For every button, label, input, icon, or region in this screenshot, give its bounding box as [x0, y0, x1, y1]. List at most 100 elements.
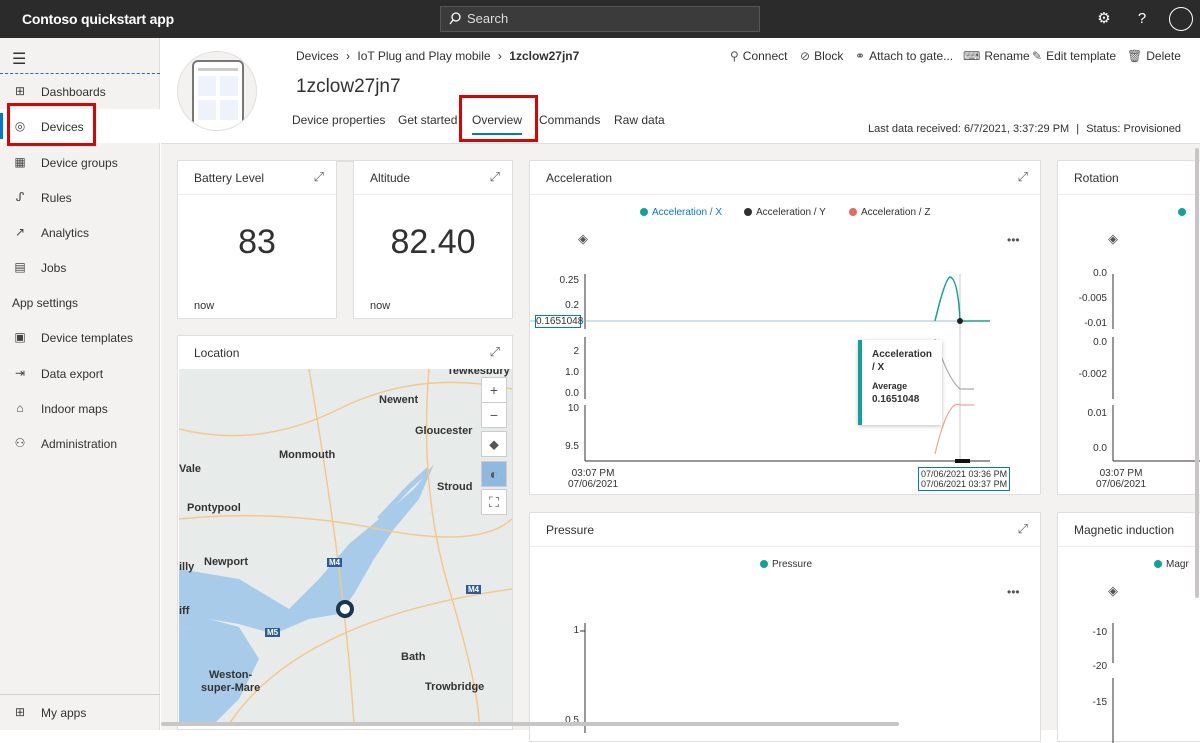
zoom-out-button[interactable]: − — [481, 402, 507, 428]
magnetic-induction-tile[interactable]: Magnetic induction Magr ◈ -10 -20 -15 — [1057, 512, 1200, 743]
legend-item[interactable]: Acceleration / Y — [744, 207, 826, 218]
map-style-button[interactable]: ◐ — [481, 461, 507, 487]
sidebar-item-label: Rules — [41, 191, 72, 205]
y-tick: 2 — [573, 346, 579, 357]
location-tile[interactable]: Location ⤢ Tewkesbury Newent Gloucester … — [177, 335, 513, 730]
main-content: Devices › IoT Plug and Play mobile › 1zc… — [161, 38, 1200, 743]
help-icon[interactable]: ? — [1132, 9, 1152, 29]
battery-value: 83 — [238, 223, 276, 261]
sidebar-item-device-templates[interactable]: ▣ Device templates — [0, 320, 160, 354]
map-label: super-Mare — [201, 682, 261, 694]
hamburger-menu-icon[interactable]: ☰ — [12, 49, 26, 69]
gear-icon[interactable]: ⚙ — [1094, 9, 1114, 29]
section-title-app-settings: App settings — [12, 296, 79, 310]
sidebar-item-device-groups[interactable]: ▦ Device groups — [0, 145, 160, 179]
search-input[interactable]: Search — [440, 6, 760, 32]
more-options-icon[interactable]: ••• — [1007, 233, 1020, 247]
rotation-tile[interactable]: Rotation ◈ 0.0 -0.005 -0.01 0.0 -0.002 0… — [1057, 160, 1200, 495]
trash-icon: 🗑 — [1127, 49, 1143, 63]
compass-icon[interactable]: ⬥ — [481, 431, 507, 457]
more-options-icon[interactable]: ••• — [1007, 585, 1020, 599]
chevron-right-icon: › — [497, 49, 502, 63]
acceleration-tile[interactable]: Acceleration ⤢ Acceleration / X Accelera… — [529, 160, 1041, 495]
tab-device-properties[interactable]: Device properties — [292, 113, 385, 127]
map-label: Gloucester — [415, 425, 473, 437]
layers-icon[interactable]: ◈ — [578, 231, 588, 247]
map-label: Weston- — [209, 669, 253, 681]
sidebar-item-rules[interactable]: ᔑ Rules — [0, 180, 160, 214]
indoor-maps-icon: ⌂ — [16, 401, 24, 415]
sidebar-item-administration[interactable]: ⚇ Administration — [0, 426, 160, 460]
last-data-status: Last data received: 6/7/2021, 3:37:29 PM… — [868, 123, 1181, 135]
expand-icon[interactable]: ⤢ — [314, 169, 324, 185]
edit-template-button[interactable]: ✎ Edit template — [1032, 49, 1116, 63]
sidebar-item-jobs[interactable]: ▤ Jobs — [0, 250, 160, 284]
search-icon — [449, 12, 461, 25]
legend-item[interactable]: Magr — [1154, 559, 1189, 570]
tile-timestamp: now — [370, 300, 391, 312]
attach-to-gateway-button[interactable]: ⚭ Attach to gate... — [855, 49, 953, 63]
map-label: Pontypool — [187, 502, 241, 514]
altitude-tile[interactable]: Altitude ⤢ 82.40 now — [353, 160, 513, 319]
jobs-icon: ▤ — [14, 260, 26, 274]
tab-get-started[interactable]: Get started — [398, 113, 457, 127]
y-tick: -15 — [1092, 697, 1107, 708]
y-tick: 0.0 — [1093, 268, 1107, 279]
sidebar-item-analytics[interactable]: ↗ Analytics — [0, 215, 160, 249]
sidebar-item-label: Data export — [41, 367, 104, 381]
delete-button[interactable]: 🗑 Delete — [1127, 49, 1181, 63]
link-icon: ⚭ — [855, 49, 866, 63]
y-tick: -0.002 — [1078, 369, 1107, 380]
block-button[interactable]: ⊘ Block — [800, 49, 843, 63]
horizontal-scrollbar[interactable] — [161, 722, 899, 726]
layers-icon[interactable]: ◈ — [1108, 231, 1118, 247]
y-tick: 0.0 — [565, 388, 579, 399]
sidebar-item-indoor-maps[interactable]: ⌂ Indoor maps — [0, 391, 160, 425]
y-tick: 1 — [573, 625, 579, 636]
fullscreen-button[interactable]: ⛶ — [481, 489, 507, 515]
chevron-right-icon: › — [346, 49, 351, 63]
connect-button[interactable]: ⚲ Connect — [730, 49, 788, 63]
expand-icon[interactable]: ⤢ — [490, 169, 500, 185]
last-data-received: Last data received: 6/7/2021, 3:37:29 PM — [868, 123, 1070, 135]
y-tick: 1.0 — [565, 367, 579, 378]
y-tick: 0.0 — [1093, 337, 1107, 348]
expand-icon[interactable]: ⤢ — [1018, 521, 1028, 537]
pressure-chart — [580, 623, 586, 733]
road-label: M5 — [265, 628, 281, 637]
tab-raw-data[interactable]: Raw data — [614, 113, 665, 127]
map-label: iff — [179, 605, 190, 617]
zoom-in-button[interactable]: + — [481, 377, 507, 403]
chart-tooltip: Acceleration / X Average 0.1651048 — [858, 340, 942, 425]
rules-icon: ᔑ — [15, 190, 25, 204]
vertical-scrollbar[interactable] — [1195, 148, 1199, 598]
map[interactable]: Tewkesbury Newent Gloucester Monmouth St… — [179, 369, 512, 724]
breadcrumb-template[interactable]: IoT Plug and Play mobile — [357, 49, 490, 63]
map-label: Newport — [204, 556, 248, 568]
sidebar-item-my-apps[interactable]: ⊞ My apps — [0, 695, 160, 729]
x-tick: 03:07 PM 07/06/2021 — [1096, 468, 1147, 490]
sidebar-item-data-export[interactable]: ⇥ Data export — [0, 356, 160, 390]
pressure-tile[interactable]: Pressure ⤢ Pressure ••• 1 0.5 — [529, 512, 1041, 742]
legend-item[interactable]: Pressure — [760, 559, 812, 570]
highlight-box-devices — [7, 103, 96, 146]
tab-commands[interactable]: Commands — [539, 113, 600, 127]
avatar[interactable] — [1169, 7, 1193, 31]
breadcrumb-devices[interactable]: Devices — [296, 49, 339, 63]
rename-button[interactable]: ⌨ Rename — [963, 49, 1030, 63]
expand-icon[interactable]: ⤢ — [1018, 169, 1028, 185]
device-groups-icon: ▦ — [14, 155, 26, 169]
legend-item[interactable]: Acceleration / X — [640, 207, 722, 218]
expand-icon[interactable]: ⤢ — [490, 344, 500, 360]
search-placeholder: Search — [467, 11, 509, 26]
battery-level-tile[interactable]: Battery Level ⤢ 83 now — [177, 160, 337, 319]
tile-title: Altitude — [370, 171, 411, 185]
layers-icon[interactable]: ◈ — [1108, 583, 1118, 599]
y-tick: 9.5 — [565, 441, 579, 452]
sidebar-item-label: Device groups — [41, 156, 118, 170]
app-title[interactable]: Contoso quickstart app — [22, 11, 174, 27]
y-tick: 10 — [567, 403, 579, 414]
map-label: Vale — [179, 463, 202, 475]
legend-item[interactable]: Acceleration / Z — [849, 207, 930, 218]
y-tick: 0.01 — [1087, 408, 1107, 419]
